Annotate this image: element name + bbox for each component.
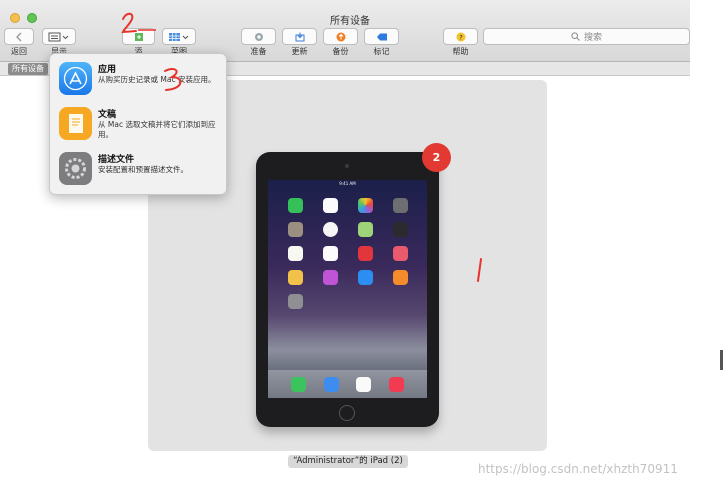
notes-icon bbox=[288, 246, 303, 261]
update-count-badge: 2 bbox=[422, 143, 451, 172]
back-button[interactable] bbox=[4, 28, 34, 45]
photos-icon bbox=[358, 198, 373, 213]
tag-icon bbox=[376, 33, 387, 40]
backup-icon bbox=[336, 32, 345, 41]
settings-gear-icon bbox=[59, 152, 92, 185]
prepare-button[interactable] bbox=[241, 28, 276, 45]
tag-button[interactable] bbox=[364, 28, 399, 45]
backup-label: 备份 bbox=[332, 47, 349, 56]
help-icon: ? bbox=[456, 32, 465, 41]
menu-item-apps[interactable]: 应用 从购买历史记录或 Mac 安装应用。 bbox=[56, 59, 224, 99]
videos-icon bbox=[393, 222, 408, 237]
facetime-icon bbox=[288, 198, 303, 213]
menu-item-title: 描述文件 bbox=[98, 155, 135, 165]
itunes-store-icon bbox=[323, 270, 338, 285]
update-label: 更新 bbox=[291, 47, 308, 56]
messages-icon bbox=[290, 376, 306, 392]
document-icon bbox=[59, 107, 92, 140]
add-icon bbox=[134, 32, 143, 41]
contacts-icon bbox=[288, 222, 303, 237]
arrange-menu-button[interactable] bbox=[162, 28, 196, 45]
search-icon bbox=[571, 32, 580, 41]
photo-booth-icon bbox=[358, 246, 373, 261]
music-icon bbox=[389, 376, 405, 392]
update-icon bbox=[295, 32, 304, 41]
ipad-device[interactable]: 9:41 AM bbox=[256, 152, 439, 427]
device-screen: 9:41 AM bbox=[268, 180, 427, 398]
status-time: 9:41 AM bbox=[339, 181, 356, 186]
minimize-button[interactable] bbox=[10, 13, 20, 23]
menu-item-title: 文稿 bbox=[98, 110, 117, 120]
display-menu-button[interactable] bbox=[42, 28, 76, 45]
watermark: https://blog.csdn.net/xhzth70911 bbox=[478, 462, 678, 476]
maps-icon bbox=[358, 222, 373, 237]
ibooks-icon bbox=[393, 270, 408, 285]
camera-app-icon bbox=[393, 198, 408, 213]
update-button[interactable] bbox=[282, 28, 317, 45]
menu-item-documents[interactable]: 文稿 从 Mac 选取文稿并将它们添加到应用。 bbox=[56, 104, 224, 144]
menu-item-title: 应用 bbox=[98, 65, 117, 75]
menu-item-desc: 从 Mac 选取文稿并将它们添加到应用。 bbox=[98, 120, 216, 139]
search-placeholder: 搜索 bbox=[583, 33, 602, 43]
help-button[interactable]: ? bbox=[443, 28, 478, 45]
app-grid bbox=[278, 198, 418, 309]
svg-text:?: ? bbox=[459, 33, 462, 41]
menu-item-profiles[interactable]: 描述文件 安装配置和预置描述文件。 bbox=[56, 149, 224, 189]
device-name: “Administrator”的 iPad (2) bbox=[288, 455, 408, 468]
prepare-label: 准备 bbox=[250, 47, 267, 56]
zoom-button[interactable] bbox=[27, 13, 37, 23]
reminders-icon bbox=[323, 246, 338, 261]
menu-item-desc: 从购买历史记录或 Mac 安装应用。 bbox=[98, 75, 216, 84]
home-button[interactable] bbox=[339, 405, 355, 421]
tag-label: 标记 bbox=[373, 47, 390, 56]
camera bbox=[345, 164, 349, 168]
prepare-gear-icon bbox=[254, 32, 263, 41]
safari-icon bbox=[356, 376, 372, 392]
help-label: 帮助 bbox=[452, 47, 469, 56]
list-view-icon bbox=[48, 32, 69, 41]
game-center-icon bbox=[393, 246, 408, 261]
back-label: 返回 bbox=[11, 47, 27, 56]
newsstand-icon bbox=[288, 270, 303, 285]
backup-button[interactable] bbox=[323, 28, 358, 45]
breadcrumb[interactable]: 所有设备 bbox=[8, 63, 48, 75]
dock bbox=[268, 370, 427, 398]
clock-icon bbox=[323, 222, 338, 237]
window-title: 所有设备 bbox=[330, 16, 370, 27]
mail-icon bbox=[323, 376, 339, 392]
search-field[interactable]: 搜索 bbox=[483, 28, 690, 45]
app-store-icon bbox=[59, 62, 92, 95]
add-menu-popover: 应用 从购买历史记录或 Mac 安装应用。 文稿 从 Mac 选取文稿并将它们添… bbox=[49, 53, 227, 195]
chevron-left-icon bbox=[16, 32, 22, 41]
grid-view-icon bbox=[169, 32, 189, 41]
add-button[interactable] bbox=[122, 28, 155, 45]
menu-item-desc: 安装配置和预置描述文件。 bbox=[98, 165, 188, 174]
calendar-icon bbox=[323, 198, 338, 213]
settings-icon bbox=[288, 294, 303, 309]
app-store-small-icon bbox=[358, 270, 373, 285]
scrollbar-thumb[interactable] bbox=[720, 350, 723, 370]
